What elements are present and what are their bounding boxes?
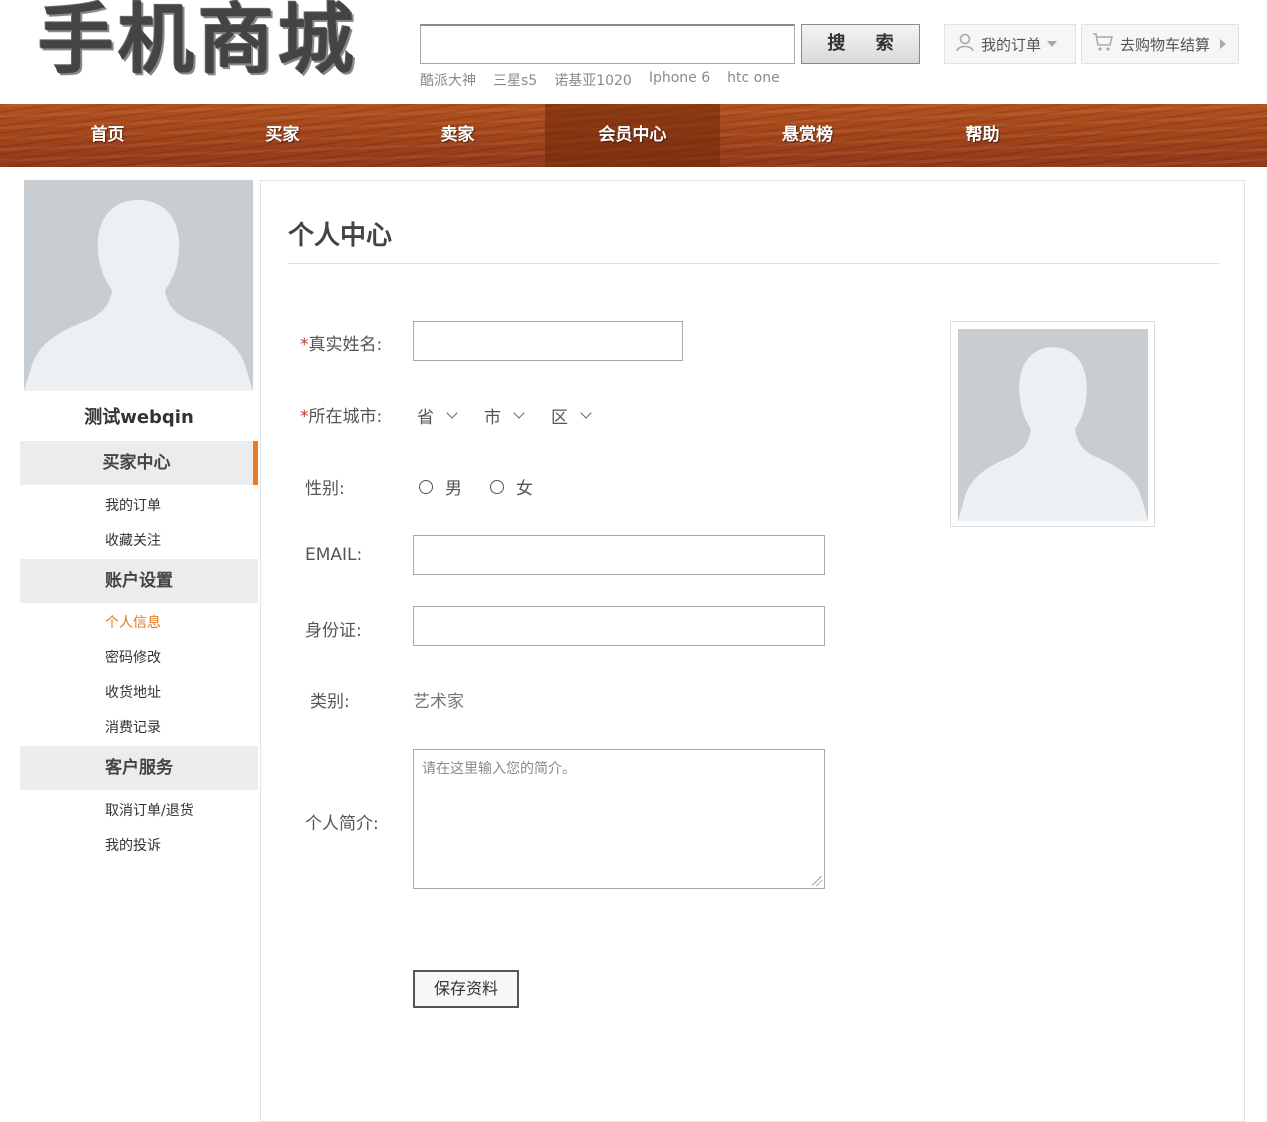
email-field[interactable] (413, 535, 825, 575)
profile-photo (958, 329, 1148, 521)
sidebar-item-favorites[interactable]: 收藏关注 (105, 530, 161, 550)
avatar (24, 180, 253, 391)
caret-right-icon (1220, 39, 1227, 49)
nav-seller[interactable]: 卖家 (370, 104, 545, 167)
save-button[interactable]: 保存资料 (413, 970, 519, 1008)
required-mark: * (300, 407, 309, 427)
hot-word-link[interactable]: Iphone 6 (649, 70, 710, 90)
chevron-down-icon (513, 407, 525, 419)
hot-word-link[interactable]: htc one (727, 70, 780, 90)
nav-member-center[interactable]: 会员中心 (545, 104, 720, 167)
search-input[interactable] (420, 24, 795, 64)
nav-bounty[interactable]: 悬赏榜 (720, 104, 895, 167)
username: 测试webqin (84, 407, 194, 428)
bio-label: 个人简介: (305, 814, 379, 834)
sidebar-item-personal-info[interactable]: 个人信息 (105, 612, 161, 632)
category-value: 艺术家 (413, 692, 464, 712)
sidebar-item-my-orders[interactable]: 我的订单 (105, 495, 161, 515)
sidebar-item-complaints[interactable]: 我的投诉 (105, 835, 161, 855)
category-label: 类别: (310, 692, 350, 712)
real-name-label: *真实姓名: (300, 335, 383, 355)
gender-label: 性别: (305, 479, 345, 499)
province-select[interactable]: 省 (417, 403, 458, 428)
district-select[interactable]: 区 (551, 403, 592, 428)
cart-checkout-button[interactable]: 去购物车结算 (1081, 24, 1239, 64)
main-nav: 首页 买家 卖家 会员中心 悬赏榜 帮助 (0, 104, 1267, 167)
sidebar-item-cancel-return[interactable]: 取消订单/退货 (105, 800, 194, 820)
my-orders-button[interactable]: 我的订单 (944, 24, 1076, 64)
email-label: EMAIL: (305, 545, 363, 565)
bio-textarea[interactable]: 请在这里输入您的简介。 (413, 749, 825, 889)
chevron-down-icon (446, 407, 458, 419)
gender-male-radio[interactable]: 男 (419, 474, 462, 499)
caret-down-icon (1047, 41, 1058, 47)
user-icon (955, 32, 975, 56)
profile-photo-frame[interactable] (950, 321, 1155, 527)
nav-home[interactable]: 首页 (20, 104, 195, 167)
city-label: *所在城市: (300, 407, 383, 427)
sidebar-item-address[interactable]: 收货地址 (105, 682, 161, 702)
hot-search-words: 酷派大神 三星s5 诺基亚1020 Iphone 6 htc one (420, 70, 780, 90)
radio-icon (419, 479, 433, 494)
chevron-down-icon (580, 407, 592, 419)
city-select[interactable]: 市 (484, 403, 525, 428)
my-orders-label: 我的订单 (981, 35, 1042, 54)
hot-word-link[interactable]: 三星s5 (493, 70, 537, 90)
id-card-field[interactable] (413, 606, 825, 646)
sidebar-item-purchase-history[interactable]: 消费记录 (105, 717, 161, 737)
logo-text: 手机商城 (38, 0, 358, 84)
search-button[interactable]: 搜 索 (801, 24, 920, 64)
title-divider (288, 263, 1219, 264)
sidebar-section-account-settings[interactable]: 账户设置 (20, 559, 258, 603)
sidebar-section-customer-service[interactable]: 客户服务 (20, 746, 258, 790)
resize-handle-icon[interactable] (812, 876, 822, 886)
site-logo[interactable]: 手机商城 (38, 0, 388, 87)
nav-buyer[interactable]: 买家 (195, 104, 370, 167)
radio-icon (490, 479, 504, 494)
hot-word-link[interactable]: 酷派大神 (420, 70, 476, 90)
required-mark: * (300, 335, 309, 355)
gender-female-radio[interactable]: 女 (490, 474, 533, 499)
cart-label: 去购物车结算 (1120, 35, 1211, 54)
page-title: 个人中心 (288, 221, 393, 251)
nav-help[interactable]: 帮助 (895, 104, 1070, 167)
id-card-label: 身份证: (305, 621, 362, 641)
hot-word-link[interactable]: 诺基亚1020 (554, 70, 632, 90)
cart-icon (1092, 32, 1114, 56)
sidebar-item-password[interactable]: 密码修改 (105, 647, 161, 667)
real-name-input[interactable] (413, 321, 683, 361)
bio-placeholder: 请在这里输入您的简介。 (422, 761, 576, 777)
sidebar-section-buyer-center[interactable]: 买家中心 (20, 441, 258, 485)
